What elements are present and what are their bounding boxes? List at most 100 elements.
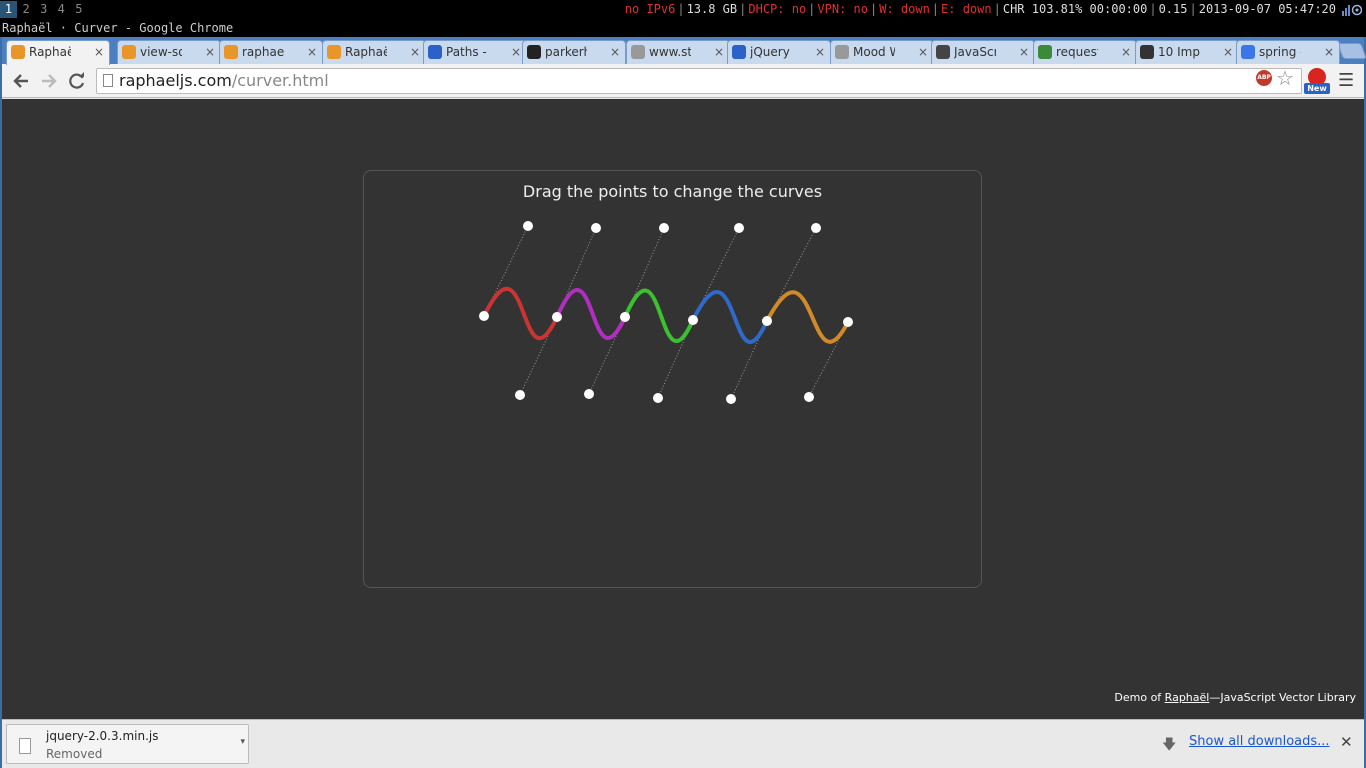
footer-suffix: —JavaScript Vector Library	[1209, 691, 1356, 704]
raphael-icon	[11, 45, 25, 59]
curve-1	[482, 286, 559, 341]
tab-5[interactable]: Paths - ×	[423, 40, 527, 64]
download-shelf: jquery-2.0.3.min.js Removed ▾ 🡇 Show all…	[2, 719, 1364, 768]
workspace-2[interactable]: 2	[18, 1, 35, 18]
tab-13[interactable]: spring - ×	[1236, 40, 1340, 64]
control-point-handle[interactable]	[726, 394, 736, 404]
tab-close-icon[interactable]: ×	[815, 41, 825, 63]
control-point-handle[interactable]	[515, 390, 525, 400]
tab-close-icon[interactable]: ×	[714, 41, 724, 63]
tab-3[interactable]: raphaeljs ×	[219, 40, 323, 64]
download-item[interactable]: jquery-2.0.3.min.js Removed ▾	[6, 724, 249, 764]
raphael-icon	[327, 45, 341, 59]
workspace-3[interactable]: 3	[35, 1, 52, 18]
control-point-handle[interactable]	[523, 221, 533, 231]
adblock-icon[interactable]: ABP	[1256, 70, 1272, 86]
anchor-point-handle[interactable]	[620, 312, 630, 322]
forward-button[interactable]	[38, 70, 60, 92]
tab-11[interactable]: request ×	[1033, 40, 1137, 64]
arc-icon	[936, 45, 950, 59]
reload-icon	[69, 72, 85, 89]
arrow-right-icon	[42, 74, 57, 88]
tab-6[interactable]: parkerhill ×	[522, 40, 626, 64]
eth-status: E: down	[941, 2, 992, 16]
control-point-handle[interactable]	[659, 223, 669, 233]
tray-icons[interactable]	[1342, 2, 1362, 17]
tab-close-icon[interactable]: ×	[1019, 41, 1029, 63]
page-icon	[631, 45, 645, 59]
dhcp-status: DHCP: no	[748, 2, 807, 16]
tab-close-icon[interactable]: ×	[1223, 41, 1233, 63]
tab-8[interactable]: jQuery A ×	[727, 40, 831, 64]
tab-9[interactable]: Mood W ×	[830, 40, 934, 64]
control-point-handle[interactable]	[734, 223, 744, 233]
control-point-handle[interactable]	[584, 389, 594, 399]
control-point-handle[interactable]	[653, 393, 663, 403]
anchor-point-handle[interactable]	[688, 315, 698, 325]
browser-window: Raphaël×view-source×raphaeljs×Raphaël×Pa…	[0, 37, 1366, 768]
tab-close-icon[interactable]: ×	[610, 41, 620, 63]
bookmark-star-icon[interactable]: ☆	[1276, 66, 1294, 90]
ipv6-status: no IPv6	[624, 2, 676, 16]
google-icon	[1241, 45, 1255, 59]
tab-label: JavaScri	[954, 45, 996, 59]
back-button[interactable]	[10, 70, 32, 92]
tab-label: Paths -	[446, 45, 487, 59]
raphael-icon	[224, 45, 238, 59]
tab-close-icon[interactable]: ×	[94, 41, 104, 63]
tab-close-icon[interactable]: ×	[307, 41, 317, 63]
url-domain: raphaeljs.com	[119, 71, 232, 90]
tab-close-icon[interactable]: ×	[1121, 41, 1131, 63]
tab-close-icon[interactable]: ×	[1324, 41, 1334, 63]
window-title: Raphaël · Curver - Google Chrome	[0, 19, 1366, 37]
disk-status: 13.8 GB	[686, 2, 738, 16]
tab-1[interactable]: Raphaël ×	[6, 40, 110, 65]
page-content: Drag the points to change the curves Dem…	[2, 99, 1364, 719]
tab-close-icon[interactable]: ×	[410, 41, 420, 63]
url-path: /curver.html	[231, 71, 329, 90]
workspace-1[interactable]: 1	[0, 1, 17, 18]
vpn-status: VPN: no	[817, 2, 868, 16]
anchor-point-handle[interactable]	[843, 317, 853, 327]
tab-label: jQuery A	[750, 45, 792, 59]
curves-canvas[interactable]	[364, 171, 983, 589]
github-icon	[527, 45, 541, 59]
tab-label: Raphaël	[345, 45, 387, 59]
show-all-downloads-link[interactable]: Show all downloads...	[1189, 734, 1330, 749]
anchor-point-handle[interactable]	[552, 312, 562, 322]
download-filename: jquery-2.0.3.min.js	[46, 729, 159, 743]
raphael-link[interactable]: Raphaël	[1165, 691, 1210, 704]
footer-credit: Demo of Raphaël—JavaScript Vector Librar…	[1114, 691, 1356, 704]
workspace-4[interactable]: 4	[53, 1, 70, 18]
tab-4[interactable]: Raphaël ×	[322, 40, 426, 64]
arrow-left-icon	[13, 74, 28, 88]
address-bar[interactable]: raphaeljs.com/curver.html	[96, 68, 1302, 94]
new-tab-button[interactable]	[1337, 43, 1366, 59]
tab-7[interactable]: www.steve ×	[626, 40, 730, 64]
page-icon	[103, 74, 113, 87]
anchor-point-handle[interactable]	[762, 316, 772, 326]
tab-label: 10 Impr	[1158, 45, 1200, 59]
control-point-handle[interactable]	[591, 223, 601, 233]
workspace-5[interactable]: 5	[70, 1, 87, 18]
menu-icon[interactable]: ☰	[1338, 71, 1354, 91]
tab-close-icon[interactable]: ×	[918, 41, 928, 63]
extension-new-badge: New	[1304, 83, 1330, 94]
tab-10[interactable]: JavaScri ×	[931, 40, 1035, 64]
tab-label: raphaeljs	[242, 45, 284, 59]
tab-12[interactable]: 10 Impr ×	[1135, 40, 1239, 64]
tab-close-icon[interactable]: ×	[205, 41, 215, 63]
control-point-handle[interactable]	[804, 392, 814, 402]
close-icon[interactable]: ✕	[1340, 733, 1353, 751]
reload-button[interactable]	[66, 70, 88, 92]
extension-button[interactable]: New	[1304, 68, 1330, 94]
anchor-point-handle[interactable]	[479, 311, 489, 321]
tab-close-icon[interactable]: ×	[511, 41, 521, 63]
battery-status: CHR 103.81% 00:00:00	[1002, 2, 1148, 16]
raphael-icon	[122, 45, 136, 59]
browser-toolbar: raphaeljs.com/curver.html ABP ☆ New ☰	[2, 64, 1364, 98]
control-point-handle[interactable]	[811, 223, 821, 233]
chevron-down-icon[interactable]: ▾	[240, 737, 245, 747]
tab-2[interactable]: view-source ×	[117, 40, 221, 64]
curve-5	[765, 290, 850, 344]
